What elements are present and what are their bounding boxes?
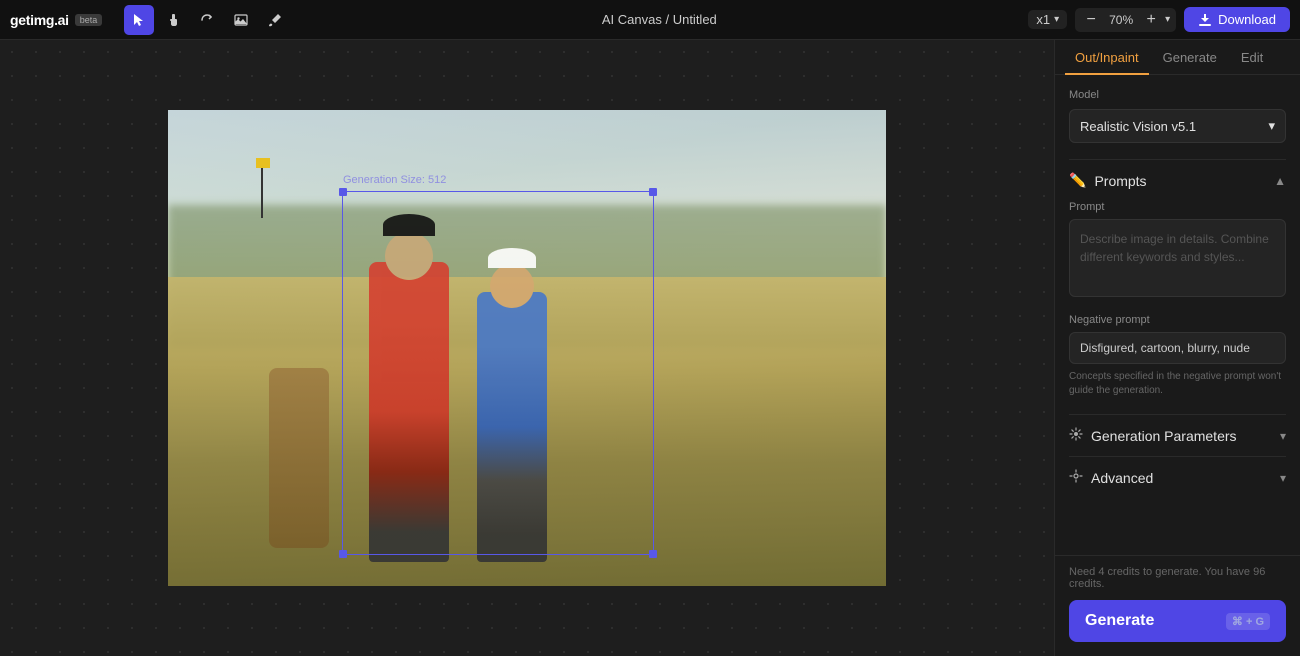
x1-chevron-icon: ▾ [1054, 14, 1059, 25]
toolbar [124, 5, 290, 35]
generate-label: Generate [1085, 612, 1154, 630]
canvas-title: AI Canvas / Untitled [602, 12, 717, 27]
model-select[interactable]: Realistic Vision v5.1 ▾ [1069, 109, 1286, 143]
topbar-right: x1 ▾ − 70% + ▾ Download [1028, 7, 1290, 32]
canvas-image-wrapper: Generation Size: 512 [168, 110, 886, 586]
beta-badge: beta [75, 14, 103, 26]
gen-params-title: Generation Parameters [1091, 428, 1237, 444]
prompts-header[interactable]: ✏️ Prompts ▲ [1069, 172, 1286, 189]
gen-params-icon [1069, 427, 1083, 444]
prompts-chevron-icon: ▲ [1274, 174, 1286, 188]
generation-parameters-header[interactable]: Generation Parameters ▾ [1069, 427, 1286, 444]
advanced-chevron-icon: ▾ [1280, 471, 1286, 485]
person2-decoration [477, 292, 547, 562]
tab-edit[interactable]: Edit [1231, 40, 1273, 75]
topbar: getimg.ai beta [0, 0, 1300, 40]
prompt-textarea[interactable] [1069, 219, 1286, 297]
download-icon [1198, 13, 1212, 27]
tab-generate[interactable]: Generate [1153, 40, 1227, 75]
gen-params-header-left: Generation Parameters [1069, 427, 1237, 444]
advanced-section: Advanced ▾ [1069, 456, 1286, 498]
golf-bag-decoration [269, 368, 329, 548]
main-layout: Generation Size: 512 Out/Inpaint Generat… [0, 40, 1300, 656]
rotate-tool[interactable] [192, 5, 222, 35]
person1-decoration [369, 262, 449, 562]
prompts-section: ✏️ Prompts ▲ Prompt Negative prompt Conc… [1069, 159, 1286, 414]
zoom-in-button[interactable]: + [1141, 10, 1161, 30]
advanced-icon [1069, 469, 1083, 486]
generate-button[interactable]: Generate ⌘ + G [1069, 600, 1286, 642]
hand-tool[interactable] [158, 5, 188, 35]
negative-prompt-label: Negative prompt [1069, 314, 1286, 326]
topbar-left: getimg.ai beta [10, 5, 290, 35]
model-chevron-icon: ▾ [1268, 118, 1275, 134]
x1-selector[interactable]: x1 ▾ [1028, 10, 1067, 29]
panel-bottom: Need 4 credits to generate. You have 96 … [1055, 555, 1300, 656]
tab-out-inpaint[interactable]: Out/Inpaint [1065, 40, 1149, 75]
download-button[interactable]: Download [1184, 7, 1290, 32]
advanced-header-left: Advanced [1069, 469, 1153, 486]
credits-text: Need 4 credits to generate. You have 96 … [1069, 566, 1286, 590]
zoom-out-button[interactable]: − [1081, 10, 1101, 30]
brush-tool[interactable] [260, 5, 290, 35]
panel-tabs: Out/Inpaint Generate Edit [1055, 40, 1300, 75]
logo: getimg.ai [10, 12, 69, 28]
image-tool[interactable] [226, 5, 256, 35]
prompts-header-left: ✏️ Prompts [1069, 172, 1147, 189]
generation-parameters-section: Generation Parameters ▾ [1069, 414, 1286, 456]
generate-shortcut: ⌘ + G [1226, 613, 1270, 630]
model-value: Realistic Vision v5.1 [1080, 119, 1196, 134]
advanced-title: Advanced [1091, 470, 1153, 486]
zoom-dropdown-button[interactable]: ▾ [1165, 14, 1170, 25]
panel-content: Model Realistic Vision v5.1 ▾ ✏️ Prompts… [1055, 75, 1300, 555]
prompts-icon: ✏️ [1069, 172, 1086, 189]
gen-params-chevron-icon: ▾ [1280, 429, 1286, 443]
zoom-control: − 70% + ▾ [1075, 8, 1176, 32]
flag-decoration [254, 158, 270, 218]
right-panel: Out/Inpaint Generate Edit Model Realisti… [1054, 40, 1300, 656]
prompts-title: Prompts [1094, 173, 1146, 189]
canvas-area[interactable]: Generation Size: 512 [0, 40, 1054, 656]
select-tool[interactable] [124, 5, 154, 35]
canvas-image [168, 110, 886, 586]
advanced-header[interactable]: Advanced ▾ [1069, 469, 1286, 486]
zoom-value: 70% [1105, 13, 1137, 27]
model-label: Model [1069, 89, 1286, 101]
negative-prompt-input[interactable] [1069, 332, 1286, 364]
prompts-content: Prompt Negative prompt Concepts specifie… [1069, 201, 1286, 398]
negative-prompt-hint: Concepts specified in the negative promp… [1069, 370, 1286, 398]
prompt-label: Prompt [1069, 201, 1286, 213]
